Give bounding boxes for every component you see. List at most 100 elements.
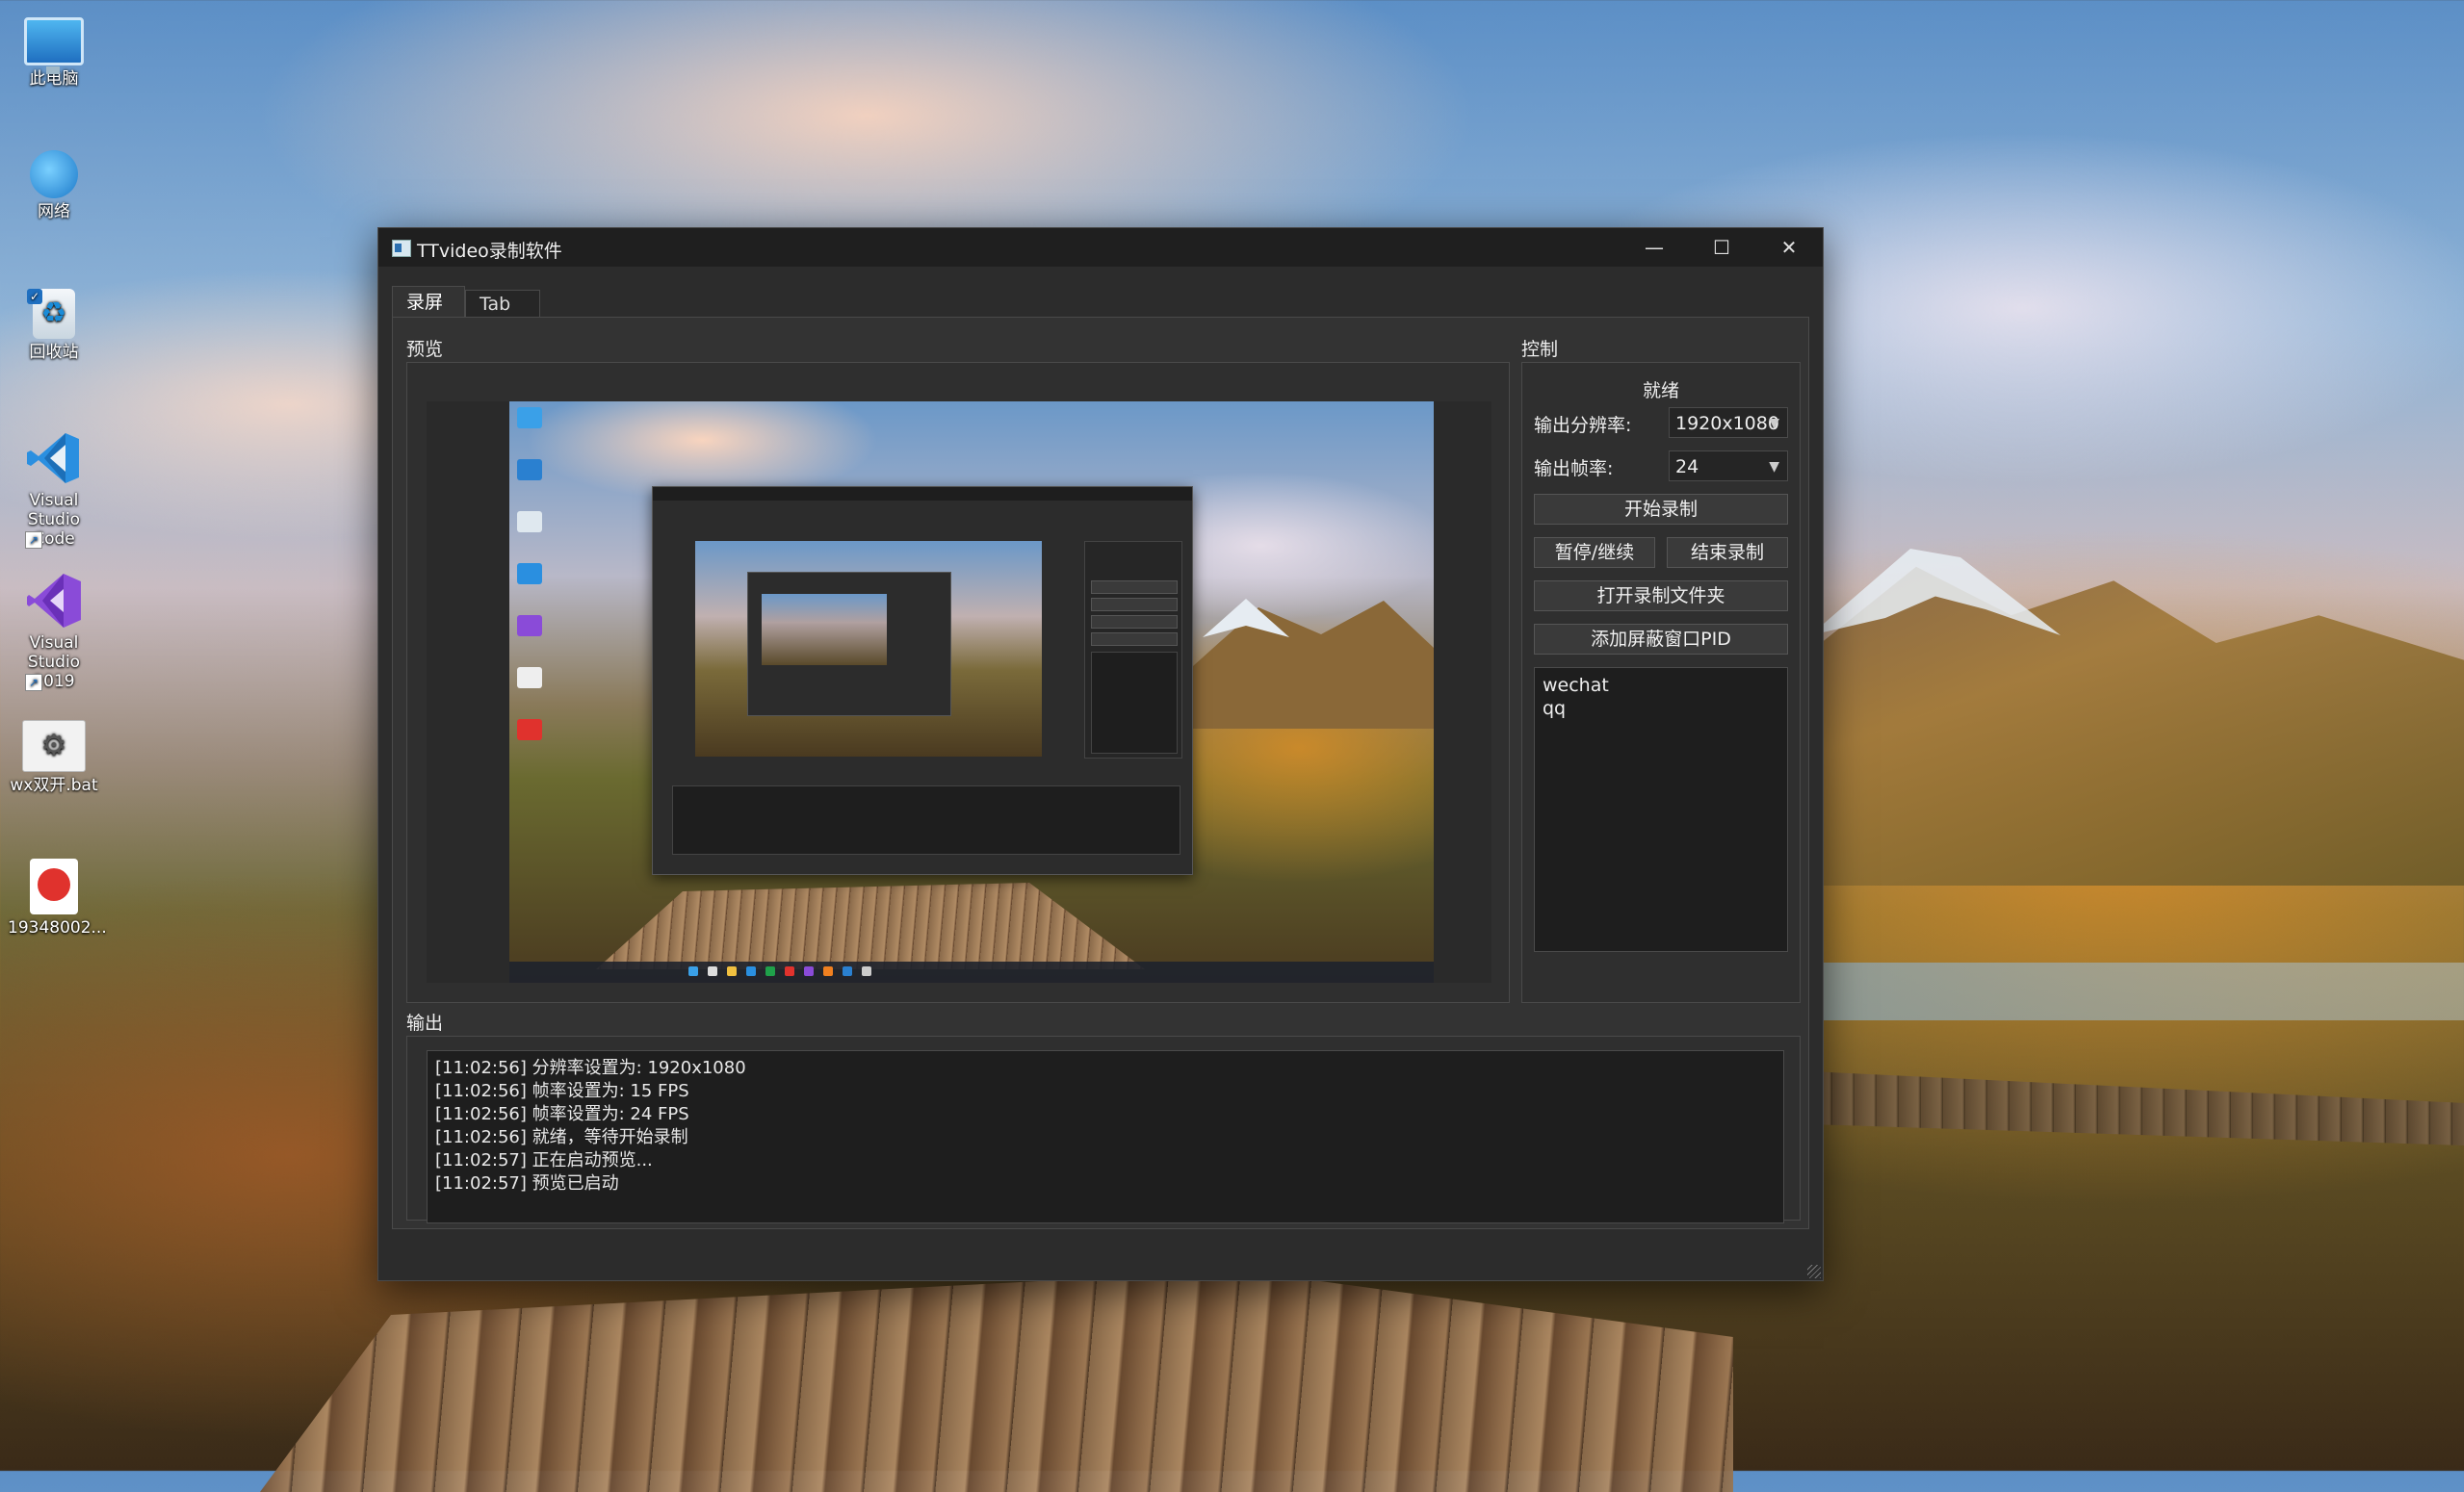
preview-nested-titlebar: [653, 487, 1192, 501]
add-pid-button[interactable]: 添加屏蔽窗口PID: [1534, 624, 1788, 655]
tab-2[interactable]: Tab 2: [465, 290, 540, 342]
preview-image: [509, 401, 1434, 983]
preview-taskbar: [509, 962, 1434, 983]
preview-desktop-icon: [517, 719, 542, 740]
fps-value: 24: [1675, 456, 1699, 477]
preview-boardwalk: [596, 883, 1145, 969]
preview-nested-inner-window: [747, 572, 951, 716]
chevron-down-icon: ▼: [1769, 416, 1779, 431]
output-log[interactable]: [11:02:56] 分辨率设置为: 1920x1080 [11:02:56] …: [427, 1050, 1784, 1223]
open-folder-button[interactable]: 打开录制文件夹: [1534, 580, 1788, 611]
log-line: [11:02:56] 帧率设置为: 15 FPS: [435, 1081, 689, 1101]
vscode-icon: [25, 429, 83, 487]
desktop-icon-vscode[interactable]: ↗ Visual Studio Code: [8, 429, 100, 549]
pid-list[interactable]: wechat qq: [1534, 667, 1788, 952]
desktop-icon-recycle-bin[interactable]: ♻ ✓ 回收站: [8, 289, 100, 362]
list-item[interactable]: qq: [1543, 697, 1779, 720]
desktop-icon-label: 网络: [38, 202, 70, 221]
desktop-icon-this-pc[interactable]: 此电脑: [8, 12, 100, 89]
preview-nested-inner-preview: [762, 594, 887, 665]
preview-desktop-icon: [517, 511, 542, 532]
resolution-select[interactable]: 1920x1080 ▼: [1669, 407, 1788, 438]
preview-nested-control: [1084, 541, 1182, 759]
wallpaper-boardwalk-far: [1810, 1071, 2464, 1145]
preview-taskbar-icon: [727, 966, 737, 976]
preview-desktop-icon: [517, 615, 542, 636]
log-line: [11:02:57] 预览已启动: [435, 1173, 619, 1194]
preview-nested-button: [1091, 632, 1178, 646]
tab-panel-record: 预览 控制 就绪 输出分辨率: 1920x1080 ▼ 输出帧率: 24 ▼ 开…: [392, 317, 1809, 1229]
computer-icon: [24, 17, 84, 74]
desktop-icon-pdf[interactable]: 19348002...: [8, 859, 107, 938]
control-group-label: 控制: [1521, 339, 1559, 360]
tab-record-screen[interactable]: 录屏: [392, 286, 465, 318]
preview-nested-output: [672, 785, 1180, 855]
fps-label: 输出帧率:: [1534, 458, 1614, 479]
desktop-icon-bat-file[interactable]: ⚙ wx双开.bat: [8, 720, 100, 795]
preview-taskbar-icon: [785, 966, 794, 976]
preview-taskbar-icon: [862, 966, 871, 976]
maximize-button[interactable]: ☐: [1688, 228, 1755, 267]
preview-area: [427, 401, 1491, 983]
checkbox-icon: ✓: [27, 289, 42, 304]
desktop-icon-network[interactable]: 网络: [8, 150, 100, 221]
desktop-icon-label: wx双开.bat: [10, 776, 98, 795]
title-bar[interactable]: TTvideo录制软件 — ☐ ✕: [378, 228, 1823, 267]
preview-desktop-icon: [517, 563, 542, 584]
desktop-icon-visual-studio[interactable]: ↗ Visual Studio 2019: [8, 572, 100, 691]
desktop-icon-label: Visual Studio Code: [27, 491, 81, 549]
close-button[interactable]: ✕: [1755, 228, 1823, 267]
app-window: TTvideo录制软件 — ☐ ✕ 录屏 Tab 2 预览: [377, 227, 1824, 1281]
log-line: [11:02:57] 正在启动预览...: [435, 1150, 653, 1170]
visual-studio-icon: [25, 572, 83, 630]
shortcut-arrow-icon: ↗: [25, 674, 42, 691]
preview-taskbar-icon: [804, 966, 814, 976]
preview-group: [406, 362, 1510, 1003]
wallpaper-boardwalk: [260, 1271, 1733, 1492]
batch-file-icon: ⚙: [22, 720, 86, 772]
pause-resume-button[interactable]: 暂停/继续: [1534, 537, 1655, 568]
preview-taskbar-icon: [708, 966, 717, 976]
app-icon: [392, 240, 411, 257]
log-line: [11:02:56] 就绪，等待开始录制: [435, 1127, 688, 1147]
log-line: [11:02:56] 帧率设置为: 24 FPS: [435, 1104, 689, 1124]
preview-desktop-icon: [517, 459, 542, 480]
preview-nested-window: [652, 486, 1193, 875]
preview-mountain: [1183, 601, 1434, 729]
control-group: 就绪 输出分辨率: 1920x1080 ▼ 输出帧率: 24 ▼ 开始录制 暂停…: [1521, 362, 1801, 1003]
resize-grip[interactable]: [1807, 1265, 1821, 1278]
fps-select[interactable]: 24 ▼: [1669, 450, 1788, 481]
preview-taskbar-icon: [765, 966, 775, 976]
desktop-icon-label: Visual Studio 2019: [27, 633, 81, 691]
preview-desktop-icon: [517, 667, 542, 688]
window-title: TTvideo录制软件: [417, 241, 562, 262]
preview-nested-button: [1091, 580, 1178, 594]
list-item[interactable]: wechat: [1543, 674, 1779, 697]
desktop-icon-label: 19348002...: [8, 918, 107, 938]
pdf-file-icon: [30, 859, 78, 914]
preview-taskbar-icon: [823, 966, 833, 976]
stop-record-button[interactable]: 结束录制: [1667, 537, 1788, 568]
preview-group-label: 预览: [406, 339, 444, 360]
preview-nested-list: [1091, 652, 1178, 754]
log-line: [11:02:56] 分辨率设置为: 1920x1080: [435, 1058, 746, 1078]
output-group: [11:02:56] 分辨率设置为: 1920x1080 [11:02:56] …: [406, 1036, 1801, 1223]
output-group-label: 输出: [406, 1013, 444, 1034]
preview-taskbar-icon: [843, 966, 852, 976]
desktop-icon-label: 回收站: [29, 343, 79, 362]
resolution-value: 1920x1080: [1675, 413, 1779, 434]
preview-taskbar-icon: [688, 966, 698, 976]
preview-nested-preview: [695, 541, 1042, 757]
preview-desktop-icon: [517, 407, 542, 428]
wallpaper-lake: [1810, 963, 2464, 1020]
status-label: 就绪: [1642, 380, 1679, 401]
resolution-label: 输出分辨率:: [1534, 415, 1632, 436]
start-record-button[interactable]: 开始录制: [1534, 494, 1788, 525]
preview-nested-button: [1091, 615, 1178, 629]
wallpaper-mountains: [1733, 566, 2464, 886]
chevron-down-icon: ▼: [1769, 459, 1779, 475]
minimize-button[interactable]: —: [1621, 228, 1688, 267]
shortcut-arrow-icon: ↗: [25, 531, 42, 549]
network-icon: [30, 150, 78, 198]
preview-taskbar-icon: [746, 966, 756, 976]
